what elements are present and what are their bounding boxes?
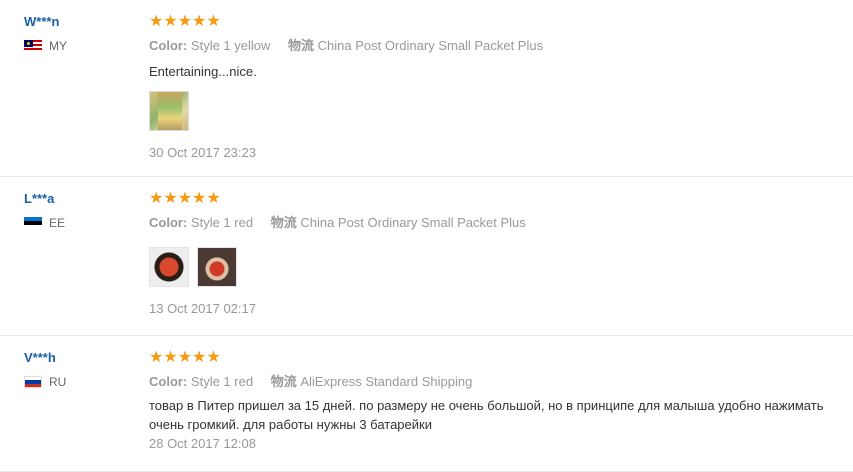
star-rating: ★★★★★ (149, 13, 221, 30)
reviewer-info: L***a EE (24, 191, 65, 230)
review-date: 28 Oct 2017 12:08 (149, 436, 256, 451)
reviewer-country: MY (24, 39, 67, 53)
star-rating: ★★★★★ (149, 349, 221, 366)
review-item: W***n MY ★★★★★ Color: Style 1 yellow 物流 … (0, 0, 853, 177)
review-content: ★★★★★ Color: Style 1 red 物流 China Post O… (149, 191, 853, 317)
review-photos (149, 247, 853, 287)
review-content: ★★★★★ Color: Style 1 red 物流 AliExpress S… (149, 350, 853, 452)
reviewer-info: V***h RU (24, 350, 66, 389)
review-meta: Color: Style 1 red 物流 China Post Ordinar… (149, 215, 853, 231)
review-photo-thumbnail[interactable] (149, 247, 189, 287)
review-text-line: очень громкий. для работы нужны 3 батаре… (149, 417, 432, 432)
review-photo-thumbnail[interactable] (149, 91, 189, 131)
review-meta: Color: Style 1 yellow 物流 China Post Ordi… (149, 38, 853, 54)
reviewer-name[interactable]: V***h (24, 350, 66, 366)
country-code: RU (49, 375, 67, 389)
reviewer-info: W***n MY (24, 14, 67, 53)
review-meta: Color: Style 1 red 物流 AliExpress Standar… (149, 374, 853, 390)
review-text-line: товар в Питер пришел за 15 дней. по разм… (149, 398, 824, 413)
shipping-value: AliExpress Standard Shipping (300, 374, 473, 389)
review-item: L***a EE ★★★★★ Color: Style 1 red 物流 Chi… (0, 177, 853, 336)
country-code: MY (49, 39, 67, 53)
estonia-flag-icon (24, 217, 42, 229)
reviewer-name[interactable]: L***a (24, 191, 65, 207)
reviewer-country: EE (24, 216, 65, 230)
review-photos (149, 91, 853, 131)
color-label: Color: (149, 374, 188, 389)
russia-flag-icon (24, 376, 42, 388)
review-content: ★★★★★ Color: Style 1 yellow 物流 China Pos… (149, 14, 853, 161)
shipping-label: 物流 (288, 38, 315, 53)
color-label: Color: (149, 215, 188, 230)
shipping-value: China Post Ordinary Small Packet Plus (300, 215, 526, 230)
review-text: товар в Питер пришел за 15 дней. по разм… (149, 396, 853, 434)
shipping-value: China Post Ordinary Small Packet Plus (317, 38, 544, 53)
country-code: EE (49, 216, 66, 230)
review-photo-thumbnail[interactable] (197, 247, 237, 287)
color-value: Style 1 red (190, 374, 254, 389)
review-date: 30 Oct 2017 23:23 (149, 145, 256, 160)
review-text: Entertaining...nice. (149, 64, 257, 79)
color-value: Style 1 yellow (190, 38, 271, 53)
shipping-label: 物流 (270, 374, 297, 389)
shipping-label: 物流 (270, 215, 297, 230)
malaysia-flag-icon (24, 40, 42, 52)
color-label: Color: (149, 38, 188, 53)
review-item: V***h RU ★★★★★ Color: Style 1 red 物流 Ali… (0, 336, 853, 472)
review-date: 13 Oct 2017 02:17 (149, 301, 256, 316)
reviewer-country: RU (24, 375, 66, 389)
color-value: Style 1 red (190, 215, 254, 230)
reviewer-name[interactable]: W***n (24, 14, 67, 30)
star-rating: ★★★★★ (149, 190, 221, 207)
